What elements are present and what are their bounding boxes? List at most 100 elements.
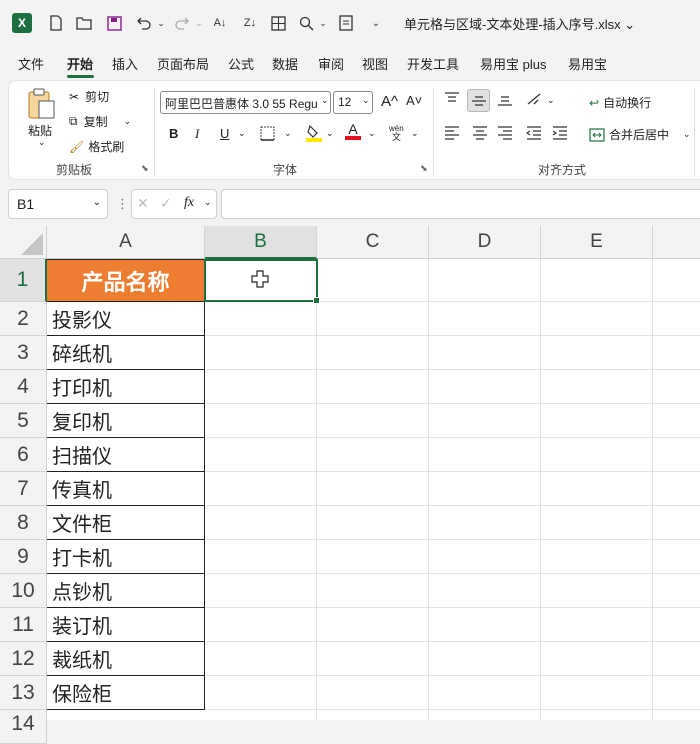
- tab-insert[interactable]: 插入: [112, 54, 138, 73]
- align-middle-icon[interactable]: [467, 89, 490, 112]
- merge-center-button[interactable]: 合并后居中 ⌄: [589, 126, 691, 143]
- bold-button[interactable]: B: [169, 126, 178, 141]
- merge-dropdown-icon[interactable]: ⌄: [683, 129, 691, 140]
- font-color-dropdown-icon[interactable]: ⌄: [368, 128, 376, 139]
- copy-dropdown-icon[interactable]: ⌄: [124, 116, 132, 127]
- grow-font-icon[interactable]: A^: [381, 93, 398, 110]
- row-header-1[interactable]: 1: [0, 259, 47, 302]
- table-cell[interactable]: 打卡机: [47, 540, 205, 574]
- row-header-2[interactable]: 2: [0, 302, 47, 336]
- table-cell[interactable]: 保险柜: [47, 676, 205, 710]
- customize-toolbar-icon[interactable]: ⌄: [366, 13, 386, 33]
- border-dropdown-icon[interactable]: ⌄: [284, 128, 292, 139]
- paste-icon[interactable]: [26, 88, 58, 120]
- wrap-text-button[interactable]: ↩ 自动换行: [589, 94, 651, 111]
- column-header-f[interactable]: [653, 226, 700, 259]
- column-header-b[interactable]: B: [205, 226, 317, 259]
- form-icon[interactable]: [336, 13, 356, 33]
- column-header-a[interactable]: A: [47, 226, 205, 259]
- save-icon[interactable]: [104, 13, 124, 33]
- phonetic-dropdown-icon[interactable]: ⌄: [411, 128, 419, 139]
- undo-dropdown-icon[interactable]: ⌄: [151, 13, 171, 33]
- table-cell[interactable]: 点钞机: [47, 574, 205, 608]
- table-cell[interactable]: 文件柜: [47, 506, 205, 540]
- table-cell[interactable]: 碎纸机: [47, 336, 205, 370]
- shrink-font-icon[interactable]: A˅: [406, 93, 422, 108]
- row-header-12[interactable]: 12: [0, 642, 47, 676]
- fill-handle[interactable]: [313, 297, 320, 304]
- row-header-7[interactable]: 7: [0, 472, 47, 506]
- formula-input[interactable]: [221, 189, 700, 219]
- table-cell[interactable]: 投影仪: [47, 302, 205, 336]
- decrease-indent-icon[interactable]: [526, 126, 542, 140]
- align-top-icon[interactable]: [444, 92, 460, 106]
- orientation-icon[interactable]: [526, 92, 544, 106]
- fill-color-dropdown-icon[interactable]: ⌄: [326, 128, 334, 139]
- column-header-e[interactable]: E: [541, 226, 653, 259]
- font-name-dropdown-icon[interactable]: ⌄: [321, 95, 329, 106]
- tab-file[interactable]: 文件: [18, 54, 44, 73]
- clipboard-launcher-icon[interactable]: ⬊: [141, 163, 149, 174]
- align-center-icon[interactable]: [472, 126, 488, 140]
- sort-ascending-icon[interactable]: A↓: [210, 13, 230, 33]
- table-cell[interactable]: 扫描仪: [47, 438, 205, 472]
- tab-data[interactable]: 数据: [272, 54, 298, 73]
- table-cell[interactable]: 复印机: [47, 404, 205, 438]
- fx-dropdown-icon[interactable]: ⌄: [204, 197, 212, 208]
- row-header-13[interactable]: 13: [0, 676, 47, 710]
- increase-indent-icon[interactable]: [552, 126, 568, 140]
- row-header-3[interactable]: 3: [0, 336, 47, 370]
- sort-descending-icon[interactable]: Z↓: [240, 13, 260, 33]
- row-header-14[interactable]: 14: [0, 710, 47, 744]
- orientation-dropdown-icon[interactable]: ⌄: [547, 95, 555, 106]
- tab-yiyongbao-plus[interactable]: 易用宝 plus: [480, 54, 546, 73]
- align-right-icon[interactable]: [497, 126, 513, 140]
- name-box-dropdown-icon[interactable]: ⌄: [93, 197, 101, 208]
- fill-color-button[interactable]: [306, 124, 322, 142]
- search-dropdown-icon[interactable]: ⌄: [313, 13, 333, 33]
- insert-function-icon[interactable]: fx: [184, 195, 194, 211]
- borders-icon[interactable]: [268, 13, 288, 33]
- open-folder-icon[interactable]: [74, 13, 94, 33]
- tab-developer[interactable]: 开发工具: [407, 54, 459, 73]
- cut-button[interactable]: ✂ 剪切: [69, 88, 109, 105]
- tab-view[interactable]: 视图: [362, 54, 388, 73]
- more-options-icon[interactable]: ⋮: [116, 196, 129, 212]
- table-cell[interactable]: 打印机: [47, 370, 205, 404]
- underline-dropdown-icon[interactable]: ⌄: [238, 128, 246, 139]
- tab-formulas[interactable]: 公式: [228, 54, 254, 73]
- new-file-icon[interactable]: [46, 13, 66, 33]
- italic-button[interactable]: I: [195, 126, 199, 142]
- tab-page-layout[interactable]: 页面布局: [157, 54, 209, 73]
- copy-button[interactable]: ⧉ 复制 ⌄: [69, 113, 131, 130]
- row-header-9[interactable]: 9: [0, 540, 47, 574]
- border-button[interactable]: [260, 126, 275, 141]
- table-cell[interactable]: 装订机: [47, 608, 205, 642]
- paste-dropdown-icon[interactable]: ⌄: [38, 137, 46, 148]
- column-header-c[interactable]: C: [317, 226, 429, 259]
- row-header-6[interactable]: 6: [0, 438, 47, 472]
- font-name-select[interactable]: 阿里巴巴普惠体 3.0 55 Regu: [160, 91, 331, 114]
- row-header-10[interactable]: 10: [0, 574, 47, 608]
- align-bottom-icon[interactable]: [497, 92, 513, 106]
- align-left-icon[interactable]: [444, 126, 460, 140]
- name-box[interactable]: B1 ⌄: [8, 189, 108, 219]
- font-launcher-icon[interactable]: ⬊: [420, 163, 428, 174]
- row-header-11[interactable]: 11: [0, 608, 47, 642]
- phonetic-button[interactable]: wén 文: [389, 124, 404, 142]
- row-header-5[interactable]: 5: [0, 404, 47, 438]
- tab-review[interactable]: 审阅: [318, 54, 344, 73]
- format-painter-button[interactable]: 🖌 格式刷: [69, 138, 124, 155]
- underline-button[interactable]: U: [220, 126, 229, 141]
- header-cell-product-name[interactable]: 产品名称: [47, 259, 205, 302]
- row-header-4[interactable]: 4: [0, 370, 47, 404]
- tab-home[interactable]: 开始: [67, 54, 93, 73]
- tab-yiyongbao[interactable]: 易用宝: [568, 54, 607, 73]
- select-all-button[interactable]: [0, 226, 47, 259]
- row-header-8[interactable]: 8: [0, 506, 47, 540]
- document-title[interactable]: 单元格与区域-文本处理-插入序号.xlsx ⌄: [404, 14, 635, 33]
- font-size-dropdown-icon[interactable]: ⌄: [362, 95, 370, 106]
- font-color-button[interactable]: A: [345, 122, 361, 140]
- column-header-d[interactable]: D: [429, 226, 541, 259]
- table-cell[interactable]: 传真机: [47, 472, 205, 506]
